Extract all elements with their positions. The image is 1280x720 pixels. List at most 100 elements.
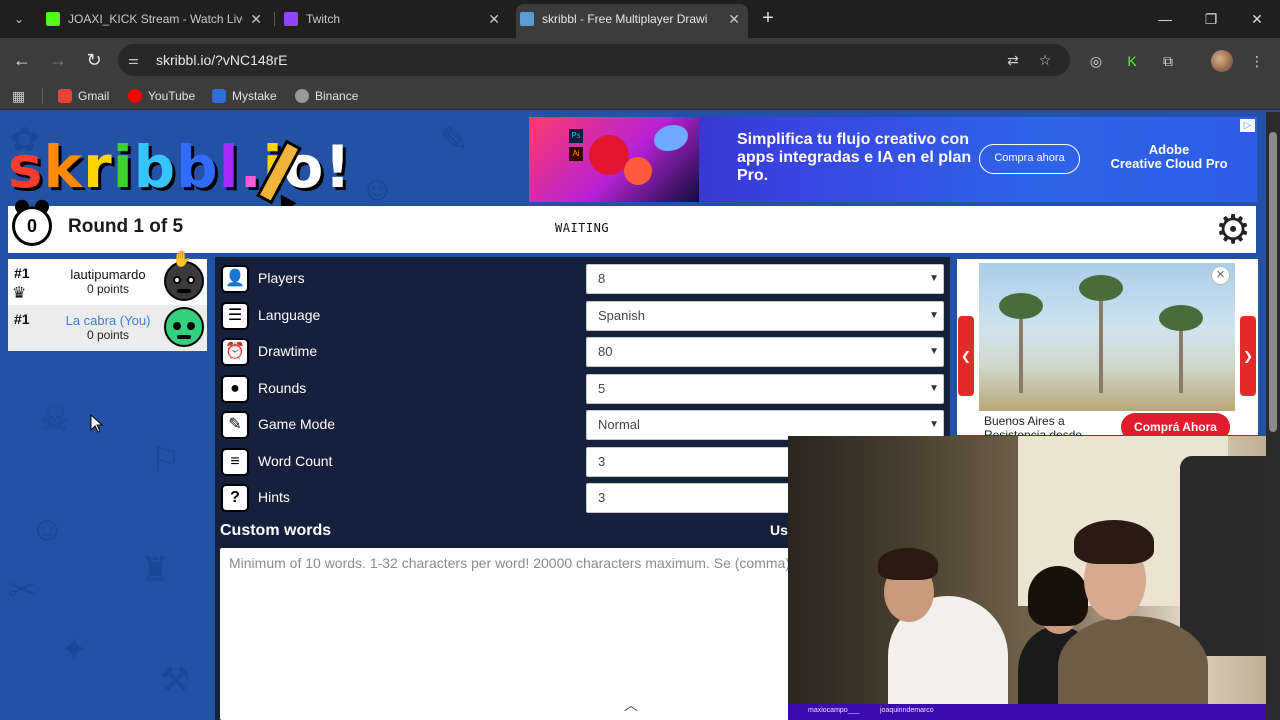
gaming-chair — [1180, 456, 1280, 656]
crown-icon: ♛ — [12, 285, 27, 302]
player-row[interactable]: #1 La cabra (You) 0 points — [8, 305, 207, 351]
close-tab-icon[interactable]: ✕ — [488, 4, 500, 34]
setting-drawtime: ⏰ Drawtime 80 ▼ — [215, 334, 950, 370]
avatar-eye — [173, 276, 181, 284]
restore-button[interactable]: ❐ — [1196, 6, 1226, 32]
webcam-name: maxiocampo___ — [808, 707, 860, 714]
new-tab-button[interactable]: + — [758, 8, 778, 30]
ad-brand-top: Adobe — [1148, 142, 1190, 157]
extension-kick-icon[interactable]: K — [1121, 50, 1143, 72]
logo-letter: b — [176, 133, 219, 201]
translate-icon[interactable]: ⇄ — [1003, 50, 1023, 70]
ad-cta-button[interactable]: Compra ahora — [979, 144, 1080, 174]
tab-label: Twitch — [306, 12, 341, 26]
bookmarks-bar: ▦ Gmail YouTube Mystake Binance — [0, 82, 1280, 110]
flower-icon — [624, 157, 652, 185]
player-avatar — [164, 307, 204, 347]
logo-letter: l — [218, 133, 240, 201]
tab-search-icon[interactable]: ⌄ — [8, 8, 30, 30]
player-rank: #1 — [14, 265, 30, 281]
bookmark-mystake[interactable]: Mystake — [212, 82, 277, 110]
extension-grammarly-icon[interactable]: ◎ — [1085, 50, 1107, 72]
chevron-down-icon: ▼ — [929, 310, 939, 321]
avatar-eye — [173, 322, 181, 330]
skribbl-logo[interactable]: skribbl.io! — [8, 132, 352, 202]
person-middle-hair — [1028, 566, 1088, 626]
bookmark-gmail[interactable]: Gmail — [58, 82, 109, 110]
tab-joaxi-kick[interactable]: JOAXI_KICK Stream - Watch Live ✕ — [42, 4, 270, 34]
rounds-icon: ● — [221, 375, 249, 403]
forward-icon[interactable]: → — [46, 48, 70, 72]
select-value: 5 — [598, 381, 606, 396]
doodle-icon: ☺ — [360, 170, 395, 208]
doodle-icon: ⚒ — [160, 661, 191, 699]
timer-value: 0 — [12, 206, 52, 246]
extensions-puzzle-icon[interactable]: ⧉ — [1157, 50, 1179, 72]
close-tab-icon[interactable]: ✕ — [250, 4, 262, 34]
bookmark-label: Binance — [315, 89, 359, 103]
bookmark-binance[interactable]: Binance — [295, 82, 358, 110]
use-custom-words-label[interactable]: Us — [770, 522, 788, 538]
scrollbar-thumb[interactable] — [1269, 132, 1277, 432]
person-left-hair — [878, 548, 938, 580]
twitch-icon — [284, 12, 298, 26]
chevron-down-icon: ▼ — [929, 383, 939, 394]
bookmark-youtube[interactable]: YouTube — [128, 82, 195, 110]
ad-next-button[interactable]: ❯ — [1240, 316, 1256, 396]
language-icon: ☰ — [221, 302, 249, 330]
rounds-select[interactable]: 5 ▼ — [586, 374, 944, 404]
adchoices-icon[interactable]: ▷ — [1240, 119, 1255, 132]
setting-label: Word Count — [258, 453, 333, 469]
settings-gear-icon[interactable]: ⚙ — [1212, 209, 1254, 251]
player-rank: #1 — [14, 311, 30, 327]
back-icon[interactable]: ← — [10, 48, 34, 72]
profile-avatar[interactable] — [1211, 50, 1233, 72]
doodle-icon: ✂ — [8, 571, 37, 609]
tab-twitch[interactable]: Twitch ✕ — [280, 4, 508, 34]
palm-crown — [999, 293, 1043, 319]
ad-close-icon[interactable]: ✕ — [1211, 266, 1230, 285]
tab-label: JOAXI_KICK Stream - Watch Live — [68, 12, 243, 26]
hint-question-icon: ? — [221, 484, 249, 512]
kick-icon — [46, 12, 60, 26]
page-scrollbar[interactable] — [1266, 112, 1280, 720]
timer-clock: 0 — [12, 197, 52, 246]
webcam-name-bar: maxiocampo___ joaquinndemarco — [788, 704, 1280, 720]
doodle-icon: ☠ — [40, 401, 71, 439]
logo-letter: i — [112, 133, 134, 201]
custom-words-title: Custom words — [220, 522, 332, 539]
player-row[interactable]: #1 ♛ lautipumardo 0 points ✋ — [8, 251, 207, 305]
ad-brand: Adobe Creative Cloud Pro — [1101, 143, 1237, 171]
setting-label: Drawtime — [258, 343, 318, 359]
side-ad[interactable]: ❮ ❯ — [957, 259, 1258, 435]
bookmark-separator — [42, 88, 43, 104]
minimize-button[interactable]: — — [1150, 6, 1180, 32]
url-text[interactable]: skribbl.io/?vNC148rE — [156, 44, 288, 76]
tab-label: skribbl - Free Multiplayer Drawi — [542, 12, 708, 26]
logo-letter: s — [8, 133, 44, 201]
players-select[interactable]: 8 ▼ — [586, 264, 944, 294]
adobe-ad-banner[interactable]: Ps Ai Simplifica tu flujo creativo con a… — [529, 117, 1257, 202]
language-select[interactable]: Spanish ▼ — [586, 301, 944, 331]
site-info-icon[interactable]: ⚌ — [128, 52, 146, 68]
browser-toolbar: ← → ↻ ⚌ skribbl.io/?vNC148rE ⇄ ☆ ◎ K ⧉ ⋮ — [0, 38, 1280, 82]
player-icon: 👤 — [221, 265, 249, 293]
person-right-hair — [1074, 520, 1154, 564]
owner-hand-icon: ✋ — [172, 251, 192, 268]
drawtime-select[interactable]: 80 ▼ — [586, 337, 944, 367]
person-right-body — [1058, 616, 1208, 716]
close-tab-icon[interactable]: ✕ — [728, 4, 740, 34]
ad-palm-image — [979, 263, 1235, 411]
bookmark-star-icon[interactable]: ☆ — [1035, 50, 1055, 70]
reload-icon[interactable]: ↻ — [82, 48, 106, 72]
game-header: 0 Round 1 of 5 WAITING ⚙ — [8, 197, 1256, 253]
ad-prev-button[interactable]: ❮ — [958, 316, 974, 396]
address-bar[interactable]: ⚌ skribbl.io/?vNC148rE ⇄ ☆ — [118, 44, 1070, 76]
ad-headline: Simplifica tu flujo creativo con apps in… — [737, 131, 972, 184]
tab-skribbl[interactable]: skribbl - Free Multiplayer Drawi ✕ — [516, 4, 748, 38]
apps-grid-icon[interactable]: ▦ — [12, 88, 28, 104]
menu-kebab-icon[interactable]: ⋮ — [1246, 50, 1268, 72]
setting-label: Players — [258, 270, 305, 286]
setting-label: Rounds — [258, 380, 307, 396]
close-window-button[interactable]: ✕ — [1242, 6, 1272, 32]
